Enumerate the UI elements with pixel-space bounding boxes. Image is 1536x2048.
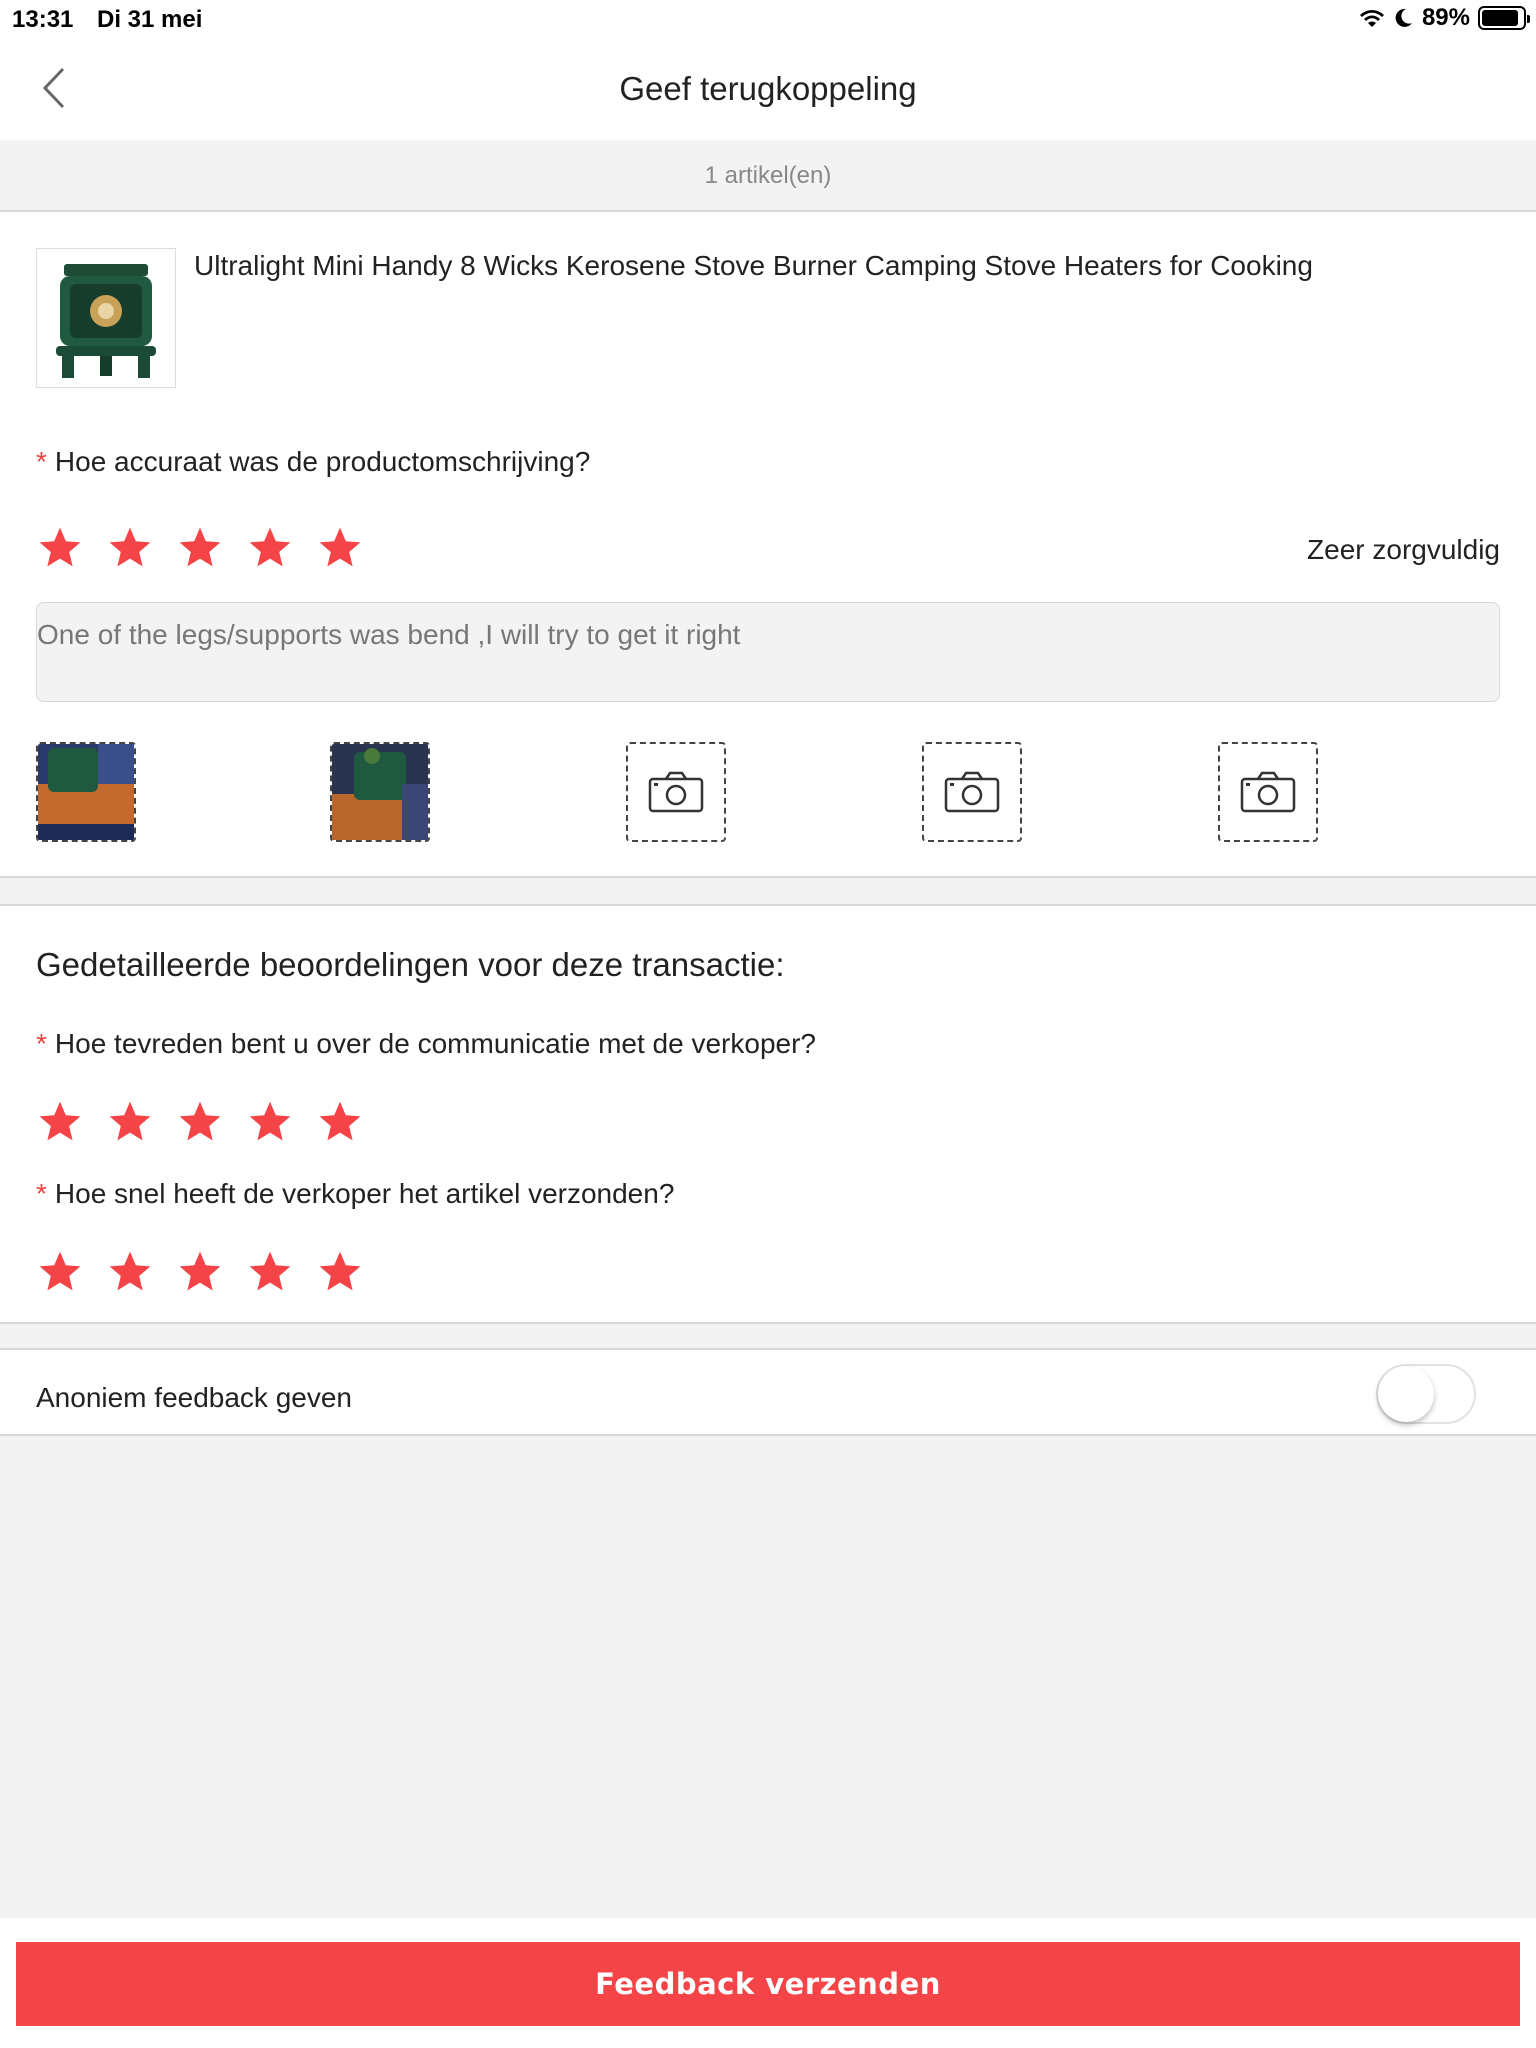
add-photo-slot[interactable]	[922, 742, 1022, 842]
shipping-stars	[36, 1248, 364, 1296]
star-icon[interactable]	[246, 1248, 294, 1296]
anonymous-feedback-toggle[interactable]	[1376, 1364, 1476, 1424]
status-bar: 13:31 Di 31 mei 89%	[0, 0, 1536, 38]
stove-image	[56, 264, 156, 378]
star-icon[interactable]	[176, 1248, 224, 1296]
communication-question-text: Hoe tevreden bent u over de communicatie…	[54, 1028, 816, 1059]
page-title: Geef terugkoppeling	[619, 70, 917, 107]
anonymous-feedback-row: Anoniem feedback geven	[0, 1348, 1536, 1436]
required-mark: *	[36, 1178, 47, 1209]
submit-feedback-button[interactable]: Feedback verzenden	[16, 1942, 1520, 2026]
shipping-question-text: Hoe snel heeft de verkoper het artikel v…	[54, 1178, 675, 1209]
toggle-knob	[1378, 1366, 1434, 1422]
star-icon[interactable]	[316, 524, 364, 572]
bottom-bar: Feedback verzenden	[0, 1918, 1536, 2048]
battery-percentage: 89%	[1421, 4, 1470, 31]
star-icon[interactable]	[316, 1098, 364, 1146]
star-icon[interactable]	[36, 524, 84, 572]
star-icon[interactable]	[106, 1248, 154, 1296]
wifi-icon	[1359, 10, 1384, 27]
status-date: Di 31 mei	[97, 6, 203, 33]
required-mark: *	[36, 446, 47, 477]
star-icon[interactable]	[316, 1248, 364, 1296]
star-icon[interactable]	[246, 1098, 294, 1146]
moon-icon	[1395, 8, 1412, 27]
camera-icon	[1240, 771, 1296, 813]
product-thumbnail	[36, 248, 176, 388]
accuracy-question-text: Hoe accuraat was de productomschrijving?	[54, 446, 591, 477]
anonymous-feedback-label: Anoniem feedback geven	[36, 1382, 352, 1413]
uploaded-photo-1[interactable]	[36, 742, 136, 842]
communication-stars	[36, 1098, 364, 1146]
detailed-ratings-section: Gedetailleerde beoordelingen voor deze t…	[0, 904, 1536, 1324]
star-icon[interactable]	[106, 524, 154, 572]
accuracy-question: * Hoe accuraat was de productomschrijving…	[36, 446, 590, 478]
battery-fill	[1482, 10, 1518, 26]
photo-thumbnail	[38, 744, 134, 840]
item-count: 1 artikel(en)	[0, 140, 1536, 212]
photo-upload-row	[36, 742, 1500, 842]
photo-thumbnail	[332, 744, 428, 840]
shipping-question: * Hoe snel heeft de verkoper het artikel …	[36, 1178, 674, 1210]
star-icon[interactable]	[36, 1248, 84, 1296]
star-icon[interactable]	[106, 1098, 154, 1146]
feedback-page: 13:31 Di 31 mei 89% Geef terugkoppeling	[0, 0, 1536, 2048]
review-textarea[interactable]: One of the legs/supports was bend ,I wil…	[36, 602, 1500, 702]
camera-icon	[648, 771, 704, 813]
status-right: 89%	[1358, 4, 1530, 32]
product-title: Ultralight Mini Handy 8 Wicks Kerosene S…	[194, 250, 1313, 281]
star-icon[interactable]	[36, 1098, 84, 1146]
accuracy-stars	[36, 524, 364, 572]
nav-bar: Geef terugkoppeling	[0, 38, 1536, 140]
product-feedback-section: Ultralight Mini Handy 8 Wicks Kerosene S…	[0, 212, 1536, 878]
rating-label: Zeer zorgvuldig	[1307, 534, 1500, 565]
add-photo-slot[interactable]	[1218, 742, 1318, 842]
required-mark: *	[36, 1028, 47, 1059]
uploaded-photo-2[interactable]	[330, 742, 430, 842]
star-icon[interactable]	[176, 524, 224, 572]
star-icon[interactable]	[176, 1098, 224, 1146]
detailed-ratings-heading: Gedetailleerde beoordelingen voor deze t…	[36, 946, 785, 983]
camera-icon	[944, 771, 1000, 813]
communication-question: * Hoe tevreden bent u over de communicati…	[36, 1028, 816, 1060]
star-icon[interactable]	[246, 524, 294, 572]
status-time: 13:31	[12, 6, 74, 33]
add-photo-slot[interactable]	[626, 742, 726, 842]
battery-icon	[1478, 6, 1530, 30]
